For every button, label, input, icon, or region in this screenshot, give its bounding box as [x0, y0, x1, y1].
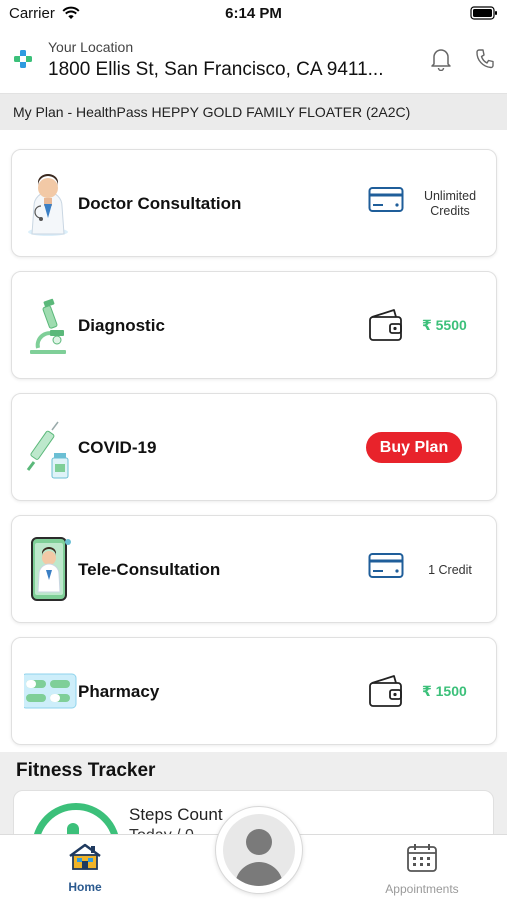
syringe-icon	[24, 412, 84, 482]
service-name: Doctor Consultation	[78, 194, 242, 213]
phone-doctor-icon	[24, 534, 84, 604]
service-card-covid-19[interactable]: COVID-19 Buy Plan	[11, 393, 497, 501]
service-name: Diagnostic	[78, 316, 165, 335]
wallet-icon	[368, 674, 404, 713]
credit-line-2: Credits	[430, 204, 470, 218]
tab-home[interactable]: Home	[54, 843, 116, 894]
avatar-icon	[223, 814, 295, 886]
service-card-diagnostic[interactable]: Diagnostic ₹ 5500	[11, 271, 497, 379]
location-value[interactable]: 1800 Ellis St, San Francisco, CA 9411...	[48, 59, 384, 81]
service-card-pharmacy[interactable]: Pharmacy ₹ 1500	[11, 637, 497, 745]
pills-icon	[21, 656, 84, 726]
clock-time: 6:14 PM	[225, 5, 282, 22]
tab-appointments-label: Appointments	[385, 882, 459, 896]
calendar-icon	[406, 844, 438, 877]
service-card-tele-consultation[interactable]: Tele-Consultation 1 Credit	[11, 515, 497, 623]
credit-info: 1 Credit	[428, 563, 472, 577]
card-icon	[368, 552, 404, 585]
home-icon	[67, 843, 103, 875]
section-title: Fitness Tracker	[16, 760, 156, 781]
service-card-doctor-consultation[interactable]: Doctor Consultation Unlimited Credits	[11, 149, 497, 257]
bell-icon[interactable]	[430, 47, 452, 76]
buy-plan-button[interactable]: Buy Plan	[366, 432, 462, 463]
credit-info: Unlimited Credits	[412, 189, 488, 219]
steps-label: Steps Count	[129, 805, 223, 824]
location-header[interactable]: Your Location 1800 Ellis St, San Francis…	[0, 30, 507, 92]
credit-line-1: Unlimited	[423, 189, 477, 203]
service-name: COVID-19	[78, 438, 157, 457]
location-label: Your Location	[48, 39, 134, 55]
profile-avatar-button[interactable]	[215, 806, 303, 894]
wallet-icon	[368, 308, 404, 347]
my-plan-banner: My Plan - HealthPass HEPPY GOLD FAMILY F…	[0, 93, 507, 130]
service-name: Pharmacy	[78, 682, 160, 701]
balance-amount: ₹ 1500	[422, 683, 467, 699]
microscope-icon	[24, 290, 84, 360]
tab-home-label: Home	[68, 880, 102, 894]
location-pin-icon	[12, 48, 34, 75]
balance-amount: ₹ 5500	[422, 317, 467, 333]
doctor-icon	[24, 168, 84, 238]
battery-icon	[470, 6, 498, 25]
status-bar: Carrier 6:14 PM	[0, 0, 507, 30]
services-list: Doctor Consultation Unlimited Credits Di…	[0, 130, 507, 750]
my-plan-text: My Plan - HealthPass HEPPY GOLD FAMILY F…	[13, 104, 411, 120]
tab-appointments[interactable]: Appointments	[370, 843, 474, 896]
phone-icon[interactable]	[475, 48, 495, 75]
service-name: Tele-Consultation	[78, 560, 221, 579]
card-icon	[368, 186, 404, 219]
